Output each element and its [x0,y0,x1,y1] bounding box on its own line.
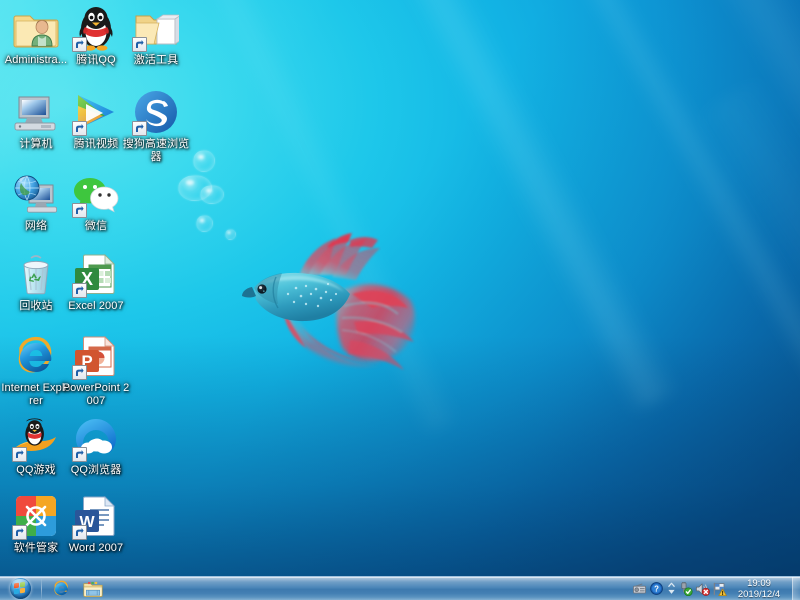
shortcut-arrow-icon [12,447,27,462]
desktop-icon-qq-browser[interactable]: QQ浏览器 [60,414,132,477]
desktop-icon-label: QQ浏览器 [60,464,132,477]
system-tray[interactable]: ? [631,577,800,600]
shortcut-arrow-icon [72,203,87,218]
shortcut-arrow-icon [72,37,87,52]
show-desktop-button[interactable] [792,577,800,600]
shortcut-arrow-icon [72,525,87,540]
bubble-icon [196,215,213,232]
network-status-icon[interactable] [677,578,694,600]
taskbar-item-internet-explorer[interactable] [46,578,76,600]
taskbar-clock[interactable]: 19:09 2019/12/4 [728,577,790,600]
bubble-icon [193,150,215,172]
shortcut-arrow-icon [12,525,27,540]
desktop-icon-label: 搜狗高速浏览器 [120,138,192,163]
shortcut-arrow-icon [72,365,87,380]
network-icon [12,170,60,218]
shortcut-arrow-icon [72,283,87,298]
show-hidden-icons-chevron-icon[interactable] [665,578,677,600]
wechat-icon [72,170,120,218]
desktop-icon-powerpoint-2007[interactable]: P PowerPoint 2007 [60,332,132,407]
start-button[interactable] [2,578,38,600]
desktop-icon-wechat[interactable]: 微信 [60,170,132,233]
desktop-icon-excel-2007[interactable]: X Excel 2007 [60,250,132,313]
software-manager-icon [12,492,60,540]
desktop-icon-label: 激活工具 [120,54,192,67]
desktop-icon-label: PowerPoint 2007 [60,382,132,407]
windows-logo-icon [10,578,31,599]
desktop-icon-word-2007[interactable]: W Word 2007 [60,492,132,555]
qq-penguin-icon [72,4,120,52]
powerpoint-icon: P [72,332,120,380]
action-center-flag-icon[interactable] [711,578,728,600]
ie-icon [12,332,60,380]
desktop-icon-label: Excel 2007 [60,300,132,313]
taskbar-item-windows-explorer[interactable] [78,578,108,600]
radio-device-icon[interactable] [631,578,648,600]
taskbar[interactable]: ? [0,576,800,600]
qq-games-icon [12,414,60,462]
folder-open-icon [132,4,180,52]
sogou-icon [132,88,180,136]
shortcut-arrow-icon [132,37,147,52]
bubble-icon [200,185,224,204]
computer-icon [12,88,60,136]
excel-icon: X [72,250,120,298]
speaker-muted-icon[interactable] [694,578,711,600]
word-icon: W [72,492,120,540]
folder-user-icon [12,4,60,52]
desktop-icon-label: Word 2007 [60,542,132,555]
desktop-surface[interactable]: Administra... [0,0,800,576]
betta-fish-illustration [232,230,422,380]
taskbar-divider [41,579,42,599]
help-circle-icon[interactable]: ? [648,578,665,600]
tencent-video-icon [72,88,120,136]
svg-text:?: ? [654,585,659,594]
shortcut-arrow-icon [72,447,87,462]
desktop-icon-sogou-browser[interactable]: 搜狗高速浏览器 [120,88,192,163]
clock-date: 2019/12/4 [738,589,780,600]
recycle-bin-icon [12,250,60,298]
desktop-icon-label: 微信 [60,220,132,233]
clock-time: 19:09 [747,578,771,589]
shortcut-arrow-icon [132,121,147,136]
desktop-icon-activation-tool[interactable]: 激活工具 [120,4,192,67]
shortcut-arrow-icon [72,121,87,136]
qq-browser-icon [72,414,120,462]
